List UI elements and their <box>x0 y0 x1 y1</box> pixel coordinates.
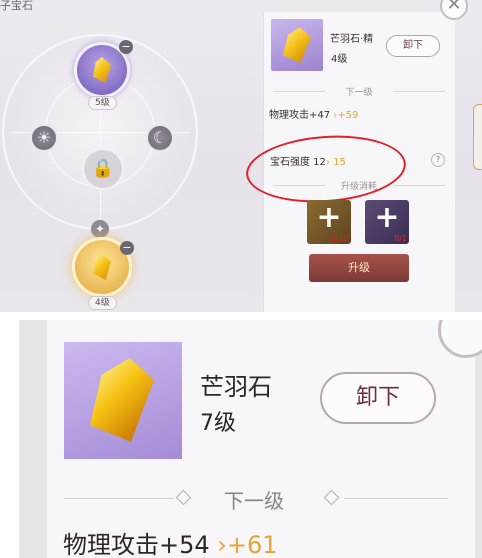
gem-level: 4级 <box>331 54 348 65</box>
gem-name: 芒羽石 <box>200 373 272 401</box>
remove-gem-icon[interactable]: − <box>120 241 134 255</box>
stat-text: 物理攻击+47 <box>269 110 331 121</box>
next-level-divider: 下一级 <box>273 85 445 98</box>
stat-line: 物理攻击+47 ›+59 <box>269 106 358 121</box>
gem-icon <box>283 27 311 63</box>
page-title: 子宝石 <box>0 0 33 12</box>
gem-name: 芒羽石·精 <box>330 34 374 45</box>
material-slot[interactable]: + 0/10 <box>307 200 351 244</box>
gem-thumbnail <box>271 19 323 71</box>
lock-icon[interactable]: 🔒 <box>82 148 124 190</box>
gem-level: 7级 <box>200 411 236 436</box>
next-level-divider: 下一级 <box>64 485 448 513</box>
zoomed-crop: 芒羽石 7级 卸下 下一级 物理攻击+54 ›+61 <box>19 320 482 558</box>
stat-text: 物理攻击+54 <box>63 531 210 558</box>
material-count: 0/1 <box>394 234 407 243</box>
cost-label: 升级消耗 <box>340 182 377 192</box>
moon-icon[interactable]: ☾ <box>146 124 174 152</box>
slot-level-badge: 4级 <box>88 296 117 310</box>
arrow-icon: › <box>217 531 227 558</box>
star-icon: ✦ <box>91 220 109 238</box>
plus-icon: + <box>374 200 400 235</box>
top-screenshot: 子宝石 − 5级 ☀ ☾ 🔒 ✦ − 4级 ✕ 芒羽石·精 4级 卸下 下一级 … <box>0 0 482 312</box>
gem-thumbnail <box>64 342 182 459</box>
next-level-label: 下一级 <box>224 489 284 513</box>
gem-icon <box>90 358 154 442</box>
diamond-icon <box>323 489 340 506</box>
remove-gem-icon[interactable]: − <box>119 40 133 54</box>
stat-next: +59 <box>337 110 359 121</box>
unequip-button[interactable]: 卸下 <box>320 372 436 424</box>
unequip-button[interactable]: 卸下 <box>386 35 440 57</box>
slot-level-badge: 5级 <box>88 96 117 110</box>
side-tab[interactable] <box>473 104 482 170</box>
material-slot[interactable]: + 0/1 <box>365 200 409 244</box>
help-icon[interactable]: ? <box>431 153 445 167</box>
gem-icon <box>93 254 111 280</box>
upgrade-button[interactable]: 升级 <box>309 254 409 282</box>
plus-icon: + <box>316 200 342 235</box>
sun-icon[interactable]: ☀ <box>30 124 58 152</box>
diamond-icon <box>175 489 192 506</box>
stat-next: +61 <box>226 531 278 558</box>
stat-line: 物理攻击+54 ›+61 <box>63 525 278 558</box>
cost-divider: 升级消耗 <box>273 179 445 192</box>
gem-icon <box>93 57 111 83</box>
material-count: 0/10 <box>331 234 349 243</box>
next-level-label: 下一级 <box>345 88 373 98</box>
